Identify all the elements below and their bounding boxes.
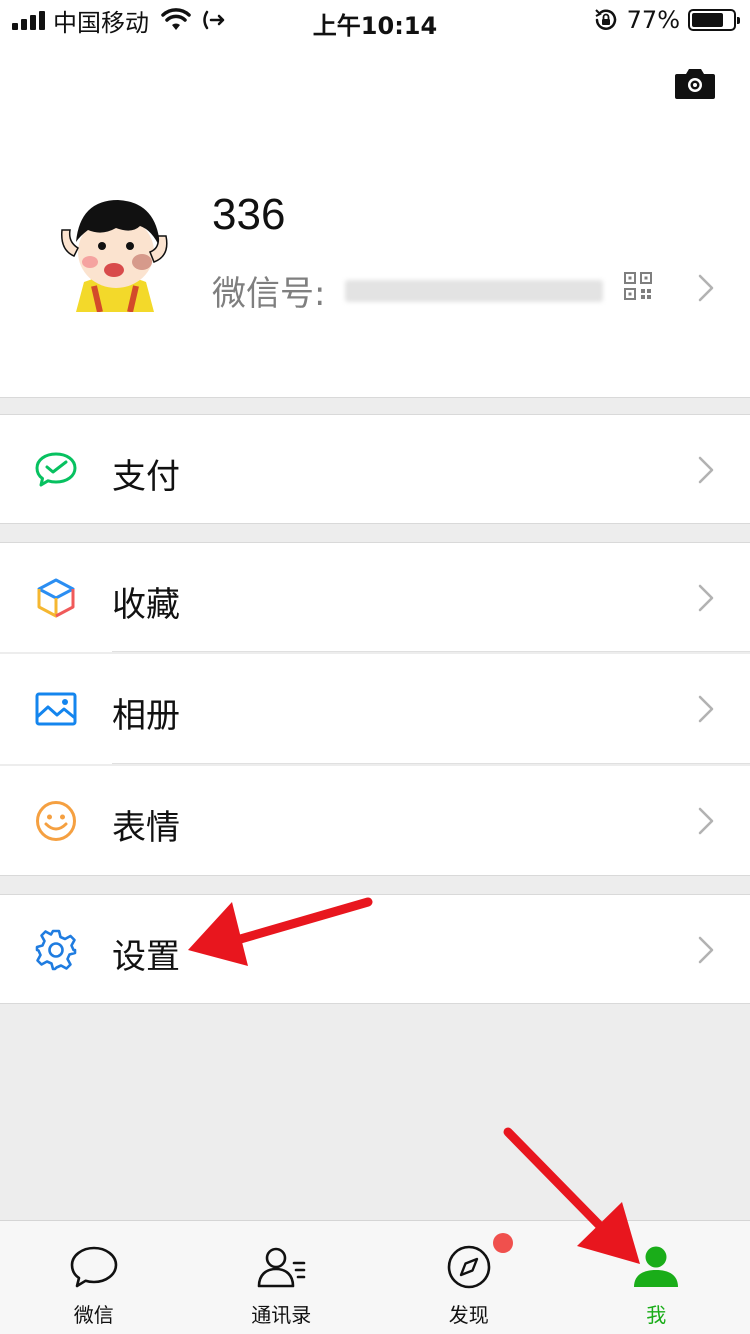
tab-bar: 微信 通讯录 发现 我 — [0, 1220, 750, 1334]
tab-me[interactable]: 我 — [563, 1221, 750, 1334]
tab-discover[interactable]: 发现 — [375, 1221, 563, 1334]
settings-gear-icon — [35, 929, 77, 971]
menu-item-favorites[interactable]: 收藏 — [0, 542, 750, 652]
discover-icon — [447, 1245, 491, 1289]
chevron-right-icon — [698, 274, 714, 302]
favorites-icon — [37, 578, 75, 618]
chevron-right-icon — [698, 695, 714, 723]
camera-icon[interactable] — [674, 66, 716, 100]
chevron-right-icon — [698, 936, 714, 964]
profile-header[interactable]: 336 微信号: — [0, 40, 750, 398]
qrcode-icon[interactable] — [624, 272, 652, 300]
chat-icon — [70, 1246, 118, 1288]
chevron-right-icon — [698, 456, 714, 484]
tab-contacts[interactable]: 通讯录 — [188, 1221, 376, 1334]
wechat-id-redacted — [345, 279, 604, 302]
chevron-right-icon — [698, 584, 714, 612]
menu-item-stickers[interactable]: 表情 — [0, 766, 750, 876]
status-bar: 中国移动 上午10:14 77% — [0, 0, 750, 40]
tab-chats[interactable]: 微信 — [0, 1221, 188, 1334]
menu-label-stickers: 表情 — [112, 808, 180, 848]
menu-label-album: 相册 — [112, 696, 180, 736]
battery-icon — [688, 9, 740, 31]
tab-label: 我 — [646, 1303, 667, 1327]
album-icon — [35, 692, 77, 726]
menu-label-settings: 设置 — [112, 937, 180, 977]
avatar[interactable] — [54, 190, 176, 312]
menu-label-favorites: 收藏 — [112, 585, 180, 625]
menu-label-pay: 支付 — [112, 457, 180, 497]
nickname: 336 — [212, 190, 286, 239]
chevron-right-icon — [698, 807, 714, 835]
wechat-id-row: 微信号: — [212, 266, 604, 315]
pay-icon — [35, 452, 77, 487]
menu-item-pay[interactable]: 支付 — [0, 414, 750, 524]
status-right: 77% — [593, 6, 740, 34]
notification-badge — [493, 1233, 513, 1253]
tab-label: 微信 — [73, 1303, 114, 1327]
avatar-image — [54, 190, 176, 312]
row-divider — [112, 651, 750, 652]
row-divider — [112, 763, 750, 764]
tab-label: 发现 — [448, 1303, 489, 1327]
me-icon — [634, 1246, 679, 1287]
wechat-id-label: 微信号: — [212, 274, 326, 314]
rotation-lock-icon — [594, 9, 616, 30]
menu-item-album[interactable]: 相册 — [0, 654, 750, 764]
contacts-icon — [257, 1247, 306, 1288]
stickers-icon — [36, 801, 76, 841]
battery-percent: 77% — [626, 6, 680, 34]
tab-label: 通讯录 — [251, 1303, 312, 1327]
menu-item-settings[interactable]: 设置 — [0, 894, 750, 1004]
